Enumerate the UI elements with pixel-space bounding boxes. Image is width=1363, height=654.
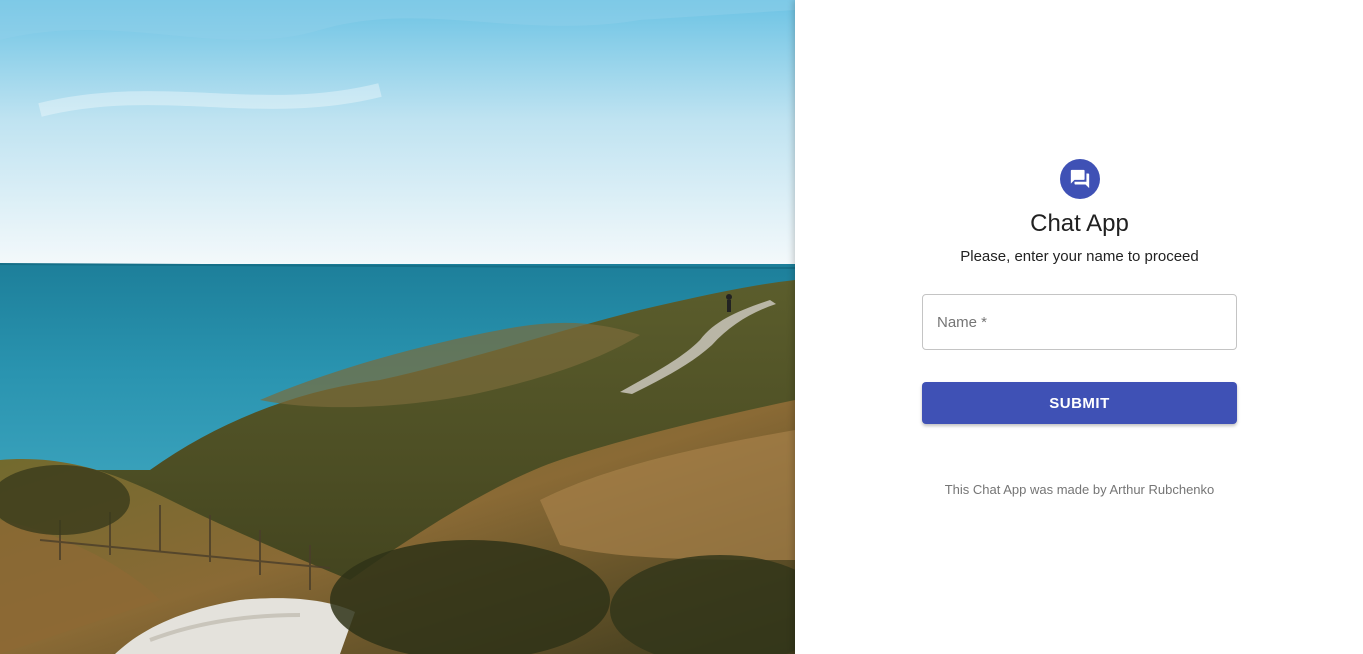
coastal-landscape-illustration	[0, 0, 795, 654]
hero-image	[0, 0, 795, 654]
login-page: Chat App Please, enter your name to proc…	[0, 0, 1363, 654]
login-form: Chat App Please, enter your name to proc…	[922, 159, 1237, 497]
form-subtitle: Please, enter your name to proceed	[960, 248, 1199, 265]
chat-forum-icon	[1070, 169, 1089, 189]
submit-button[interactable]: SUBMIT	[922, 382, 1237, 424]
name-input[interactable]	[923, 295, 1236, 349]
app-avatar	[1059, 159, 1100, 199]
name-field[interactable]: Name *	[922, 294, 1237, 350]
login-panel: Chat App Please, enter your name to proc…	[795, 0, 1363, 654]
credit-text: This Chat App was made by Arthur Rubchen…	[944, 482, 1215, 497]
app-title: Chat App	[1030, 210, 1129, 237]
